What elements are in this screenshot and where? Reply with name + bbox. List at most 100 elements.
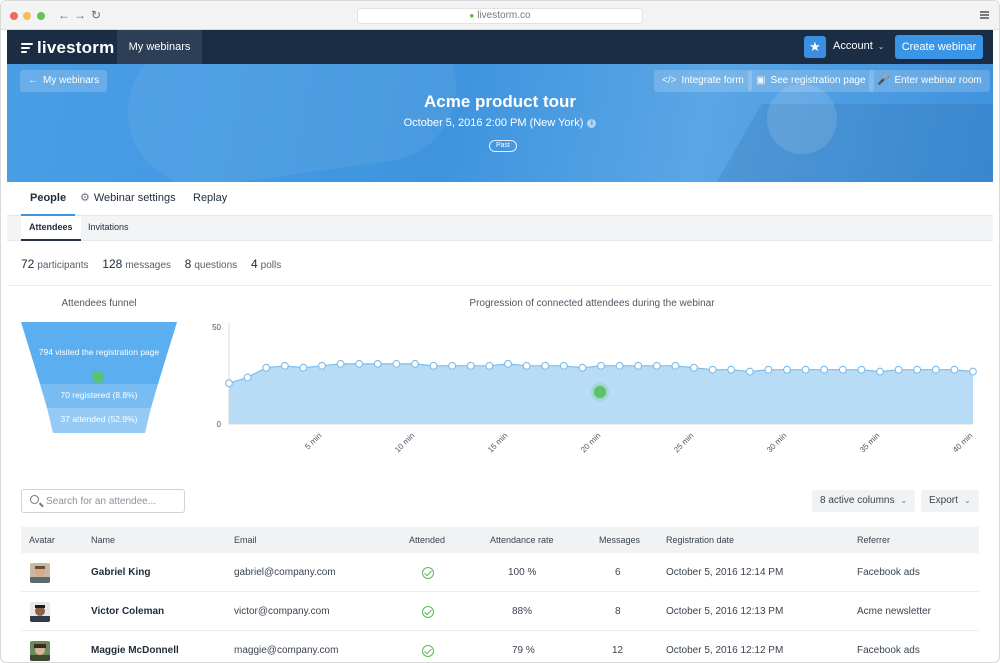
chart-title: Progression of connected attendees durin…	[469, 298, 715, 309]
attendee-name[interactable]: Victor Coleman	[91, 593, 164, 631]
x-tick-label: 40 min	[951, 431, 974, 454]
data-point	[466, 361, 475, 370]
funnel-title: Attendees funnel	[61, 298, 137, 309]
column-header-registration-date[interactable]: Registration date	[666, 527, 734, 553]
subtab-attendees[interactable]: Attendees	[21, 216, 81, 241]
address-bar-url: livestorm.co	[477, 10, 531, 21]
star-icon[interactable]: ★	[804, 36, 826, 58]
table-row[interactable]: Gabriel King gabriel@company.com 100 % 6…	[21, 554, 979, 592]
x-tick-label: 30 min	[765, 431, 788, 454]
back-arrow-icon[interactable]: ←	[57, 8, 71, 22]
data-point	[262, 363, 271, 372]
search-input[interactable]	[46, 493, 180, 509]
stat-label: polls	[260, 260, 282, 271]
x-tick-label: 25 min	[672, 431, 695, 454]
data-point	[411, 359, 419, 368]
column-header-email[interactable]: Email	[234, 527, 257, 553]
status-badge: Past	[489, 140, 518, 152]
data-point	[280, 361, 289, 370]
column-header-attended[interactable]: Attended	[409, 527, 445, 553]
data-point	[318, 361, 326, 370]
account-menu[interactable]: Account ⌄	[833, 40, 884, 52]
attendee-email: gabriel@company.com	[234, 567, 336, 578]
back-to-webinars-button[interactable]: ← My webinars	[20, 70, 108, 92]
active-columns-dropdown[interactable]: 8 active columns ⌄	[812, 490, 916, 512]
avatar	[30, 563, 50, 583]
avatar	[30, 641, 50, 661]
column-header-avatar[interactable]: Avatar	[29, 527, 55, 553]
data-point	[690, 363, 698, 372]
section-divider	[7, 285, 993, 286]
column-header-attendance-rate[interactable]: Attendance rate	[490, 527, 554, 553]
y-tick-label: 50	[212, 323, 221, 332]
data-point	[541, 361, 550, 370]
maximize-window-button[interactable]	[37, 12, 45, 20]
data-point	[950, 365, 959, 374]
cursor-indicator	[92, 371, 104, 383]
code-icon: </>	[662, 75, 677, 86]
stat-messages: 128 messages	[102, 257, 171, 271]
nav-my-webinars[interactable]: My webinars	[117, 30, 202, 64]
attendee-name[interactable]: Gabriel King	[91, 554, 150, 592]
browser-chrome: ← → ↻ ● livestorm.co	[1, 1, 999, 30]
app-topnav: livestorm My webinars ★ Account ⌄ Create …	[7, 30, 993, 64]
table-row[interactable]: Victor Coleman victor@company.com 88% 8 …	[21, 593, 979, 631]
browser-menu-icon[interactable]	[980, 11, 989, 19]
data-point	[597, 361, 605, 370]
export-dropdown[interactable]: Export ⌄	[921, 490, 979, 512]
referrer: Facebook ads	[857, 567, 920, 578]
info-icon[interactable]: i	[587, 119, 597, 128]
message-count: 8	[615, 606, 621, 617]
minimize-window-button[interactable]	[23, 12, 31, 20]
check-circle-icon	[422, 567, 434, 579]
webinar-title: Acme product tour	[423, 92, 577, 111]
reload-icon[interactable]: ↻	[89, 8, 103, 22]
data-point	[801, 365, 810, 374]
livestorm-logo[interactable]: livestorm	[21, 38, 114, 58]
address-bar[interactable]: ● livestorm.co	[357, 8, 643, 24]
column-header-name[interactable]: Name	[91, 527, 115, 553]
referrer: Acme newsletter	[857, 606, 931, 617]
registration-date: October 5, 2016 12:13 PM	[666, 606, 784, 617]
x-tick-label: 35 min	[858, 431, 881, 454]
data-point	[876, 367, 884, 376]
avatar	[30, 602, 50, 622]
create-webinar-button[interactable]: Create webinar	[895, 35, 983, 59]
subtab-invitations[interactable]: Invitations	[88, 216, 129, 241]
stat-label: messages	[125, 260, 171, 271]
column-header-referrer[interactable]: Referrer	[857, 527, 890, 553]
data-point	[225, 379, 233, 388]
attendee-search[interactable]	[21, 489, 185, 513]
webinar-date: October 5, 2016 2:00 PM (New York) i	[7, 117, 993, 129]
data-point	[559, 361, 568, 370]
enter-webinar-room-button[interactable]: 🎤 Enter webinar room	[869, 70, 990, 92]
data-point	[336, 359, 345, 368]
attendee-name[interactable]: Maggie McDonnell	[91, 632, 179, 662]
forward-arrow-icon[interactable]: →	[73, 8, 87, 22]
data-point	[299, 363, 308, 372]
browser-window: ← → ↻ ● livestorm.co livestorm My webinar…	[0, 0, 1000, 663]
attendee-email: maggie@company.com	[234, 645, 339, 656]
webinar-date-text: October 5, 2016 2:00 PM (New York)	[403, 117, 584, 129]
cursor-indicator	[594, 386, 606, 398]
webinar-stats: 72 participants 128 messages 8 questions 4p…	[21, 257, 292, 271]
column-header-messages[interactable]: Messages	[599, 527, 640, 553]
search-icon	[30, 495, 39, 504]
lock-icon: ●	[469, 11, 475, 20]
integrate-form-button[interactable]: </> Integrate form	[654, 70, 752, 92]
data-point	[969, 367, 977, 376]
integrate-form-label: Integrate form	[681, 75, 744, 86]
tab-webinar-settings[interactable]: ⚙ Webinar settings	[80, 182, 176, 216]
stat-participants: 72 participants	[21, 257, 89, 271]
tab-replay[interactable]: Replay	[193, 182, 227, 216]
data-point	[652, 361, 661, 370]
data-point	[857, 365, 866, 374]
tab-people[interactable]: People	[21, 182, 76, 216]
funnel-label-visited: 794 visited the registration page	[38, 347, 160, 357]
stat-value: 4	[250, 257, 258, 271]
close-window-button[interactable]	[10, 12, 18, 20]
table-row[interactable]: Maggie McDonnell maggie@company.com 79 %…	[21, 632, 979, 662]
referrer: Facebook ads	[857, 645, 920, 656]
see-registration-page-button[interactable]: ▣ See registration page	[748, 70, 874, 92]
data-point	[894, 365, 903, 374]
